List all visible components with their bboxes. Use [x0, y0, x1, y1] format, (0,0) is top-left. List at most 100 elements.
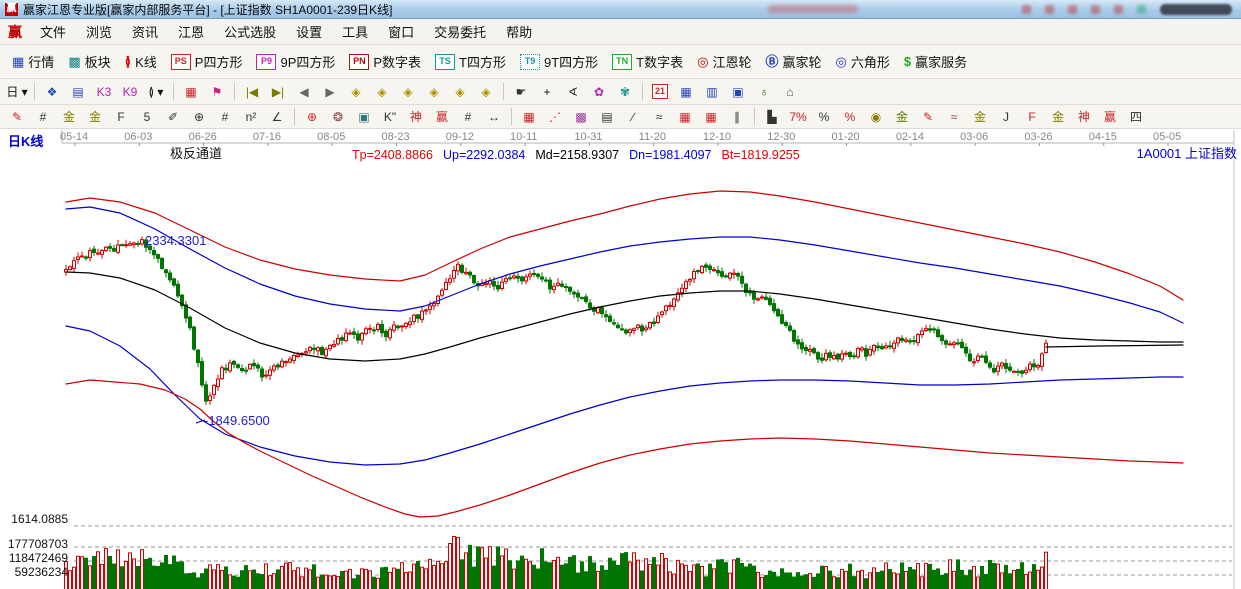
brush2-icon[interactable]: ✎: [915, 108, 941, 126]
red-grid2-icon[interactable]: ▦: [672, 108, 698, 126]
stats-panel-icon[interactable]: ▙: [759, 108, 785, 126]
menu-item-江恩[interactable]: 江恩: [168, 19, 214, 44]
brain-icon[interactable]: ✾: [612, 82, 638, 102]
brush-tool-icon[interactable]: ✎: [4, 108, 30, 126]
hand-tool-icon[interactable]: ☛: [508, 82, 534, 102]
menu-item-文件[interactable]: 文件: [30, 19, 76, 44]
workstation-icon[interactable]: ⌂: [777, 82, 803, 102]
grid-123-icon[interactable]: #: [455, 108, 481, 126]
9t-square-button[interactable]: T99T四方形: [514, 49, 604, 74]
f-grid-icon[interactable]: F: [108, 108, 134, 126]
percent-icon[interactable]: %: [811, 108, 837, 126]
box-fan-icon[interactable]: ▩: [568, 108, 594, 126]
n2-grid-icon[interactable]: n²: [238, 108, 264, 126]
flag-chart-icon[interactable]: ⚑: [204, 82, 230, 102]
zoom-cross-icon[interactable]: ◈: [447, 82, 473, 102]
period-dropdown[interactable]: 日 ▾: [4, 82, 30, 102]
span-arrows-icon[interactable]: ↔: [481, 108, 507, 126]
shen-grid-icon[interactable]: 神: [403, 108, 429, 126]
box-target-icon[interactable]: ▣: [351, 108, 377, 126]
hexagon-button[interactable]: ◎六角形: [830, 49, 896, 74]
wave-tool-icon[interactable]: ≈: [941, 108, 967, 126]
menu-item-设置[interactable]: 设置: [286, 19, 332, 44]
winner-service-button[interactable]: $赢家服务: [898, 49, 973, 74]
zoom-out-icon[interactable]: ◈: [473, 82, 499, 102]
bars-3-icon[interactable]: K3: [91, 82, 117, 102]
gold-grid2-icon[interactable]: 金: [82, 108, 108, 126]
kline-chart-canvas[interactable]: [0, 129, 1241, 589]
notes-icon[interactable]: ▥: [699, 82, 725, 102]
titlebar-blurred-icon: [1022, 5, 1031, 14]
pattern-grid-icon[interactable]: ▦: [178, 82, 204, 102]
bars-9-icon[interactable]: K9: [117, 82, 143, 102]
first-bar-icon[interactable]: |◀: [239, 82, 265, 102]
candle-style-dropdown[interactable]: ≬ ▾: [143, 82, 169, 102]
menu-item-公式选股[interactable]: 公式选股: [214, 19, 286, 44]
j-angle-icon[interactable]: J: [993, 108, 1019, 126]
gold-grid-icon[interactable]: 金: [56, 108, 82, 126]
network-icon[interactable]: ♁: [751, 82, 777, 102]
gann-circle-icon[interactable]: ⊕: [186, 108, 212, 126]
calendar-icon[interactable]: 21: [647, 82, 673, 102]
zoom-left-icon[interactable]: ◈: [343, 82, 369, 102]
red-fan-icon[interactable]: ⋰: [542, 108, 568, 126]
9p-square-button[interactable]: P99P四方形: [250, 49, 341, 74]
menu-item-浏览[interactable]: 浏览: [76, 19, 122, 44]
crosshair-icon[interactable]: +: [534, 82, 560, 102]
si-angle-icon[interactable]: 四: [1123, 108, 1149, 126]
grid-scale-icon[interactable]: #: [30, 108, 56, 126]
ying-grid-icon[interactable]: 赢: [429, 108, 455, 126]
red-frame-icon[interactable]: ▦: [516, 108, 542, 126]
calculator-icon[interactable]: ▦: [673, 82, 699, 102]
angle-ruler-icon[interactable]: ∠: [264, 108, 290, 126]
next-bar-icon[interactable]: ▶: [317, 82, 343, 102]
p-square-button[interactable]: PSP四方形: [165, 49, 249, 74]
gann-wheel-button[interactable]: ◎江恩轮: [691, 49, 757, 74]
gold-angle2-icon[interactable]: 金: [1045, 108, 1071, 126]
hash-scale-icon[interactable]: #: [212, 108, 238, 126]
gold-ring-icon[interactable]: ◉: [863, 108, 889, 126]
sectors-button[interactable]: ▩板块: [62, 49, 116, 74]
gold-angle-icon[interactable]: 金: [967, 108, 993, 126]
menu-item-资讯[interactable]: 资讯: [122, 19, 168, 44]
web-target-icon[interactable]: ❂: [325, 108, 351, 126]
pen-measure-icon[interactable]: ✐: [160, 108, 186, 126]
gann-flower-icon[interactable]: ✿: [586, 82, 612, 102]
menu-item-交易委托[interactable]: 交易委托: [424, 19, 496, 44]
kline-button[interactable]: ≬K线: [119, 49, 163, 74]
percent-line-icon[interactable]: %: [837, 108, 863, 126]
toolbar-separator: [173, 83, 174, 100]
save-icon[interactable]: ▣: [725, 82, 751, 102]
box-rays-icon[interactable]: ▤: [594, 108, 620, 126]
t-square-button[interactable]: TST四方形: [429, 49, 512, 74]
angle-measure-icon[interactable]: ∢: [560, 82, 586, 102]
info-doc-icon[interactable]: ▤: [65, 82, 91, 102]
menu-item-窗口[interactable]: 窗口: [378, 19, 424, 44]
menu-item-工具[interactable]: 工具: [332, 19, 378, 44]
ying-angle-icon[interactable]: 赢: [1097, 108, 1123, 126]
trend-line-icon[interactable]: ∕: [620, 108, 646, 126]
f-angle-icon[interactable]: F: [1019, 108, 1045, 126]
chart-panel[interactable]: 日K线 05-1406-0306-2607-1608-0508-2309-121…: [0, 129, 1241, 589]
t-number-table-button[interactable]: TNT数字表: [606, 49, 689, 74]
winner-wheel-button[interactable]: Ⓑ赢家轮: [759, 49, 827, 74]
gold-level-icon[interactable]: 金: [889, 108, 915, 126]
last-bar-icon[interactable]: ▶|: [265, 82, 291, 102]
five-grid-icon[interactable]: 5: [134, 108, 160, 126]
date-tick-03-26: 03-26: [1024, 132, 1052, 143]
k-quote-icon[interactable]: K": [377, 108, 403, 126]
circle-target-icon[interactable]: ⊕: [299, 108, 325, 126]
formula-icon[interactable]: ❖: [39, 82, 65, 102]
red-grid3-icon[interactable]: ▦: [698, 108, 724, 126]
p-number-table-button[interactable]: PNP数字表: [343, 49, 427, 74]
zoom-horizontal-icon[interactable]: ◈: [395, 82, 421, 102]
menu-item-帮助[interactable]: 帮助: [496, 19, 542, 44]
zigzag-icon[interactable]: ≈: [646, 108, 672, 126]
shen-angle-icon[interactable]: 神: [1071, 108, 1097, 126]
zoom-right-icon[interactable]: ◈: [369, 82, 395, 102]
percent7-icon[interactable]: 7%: [785, 108, 811, 126]
parallel-lines-icon[interactable]: ∥: [724, 108, 750, 126]
zoom-in-icon[interactable]: ◈: [421, 82, 447, 102]
prev-bar-icon[interactable]: ◀: [291, 82, 317, 102]
quotes-button[interactable]: ▦行情: [6, 49, 60, 74]
